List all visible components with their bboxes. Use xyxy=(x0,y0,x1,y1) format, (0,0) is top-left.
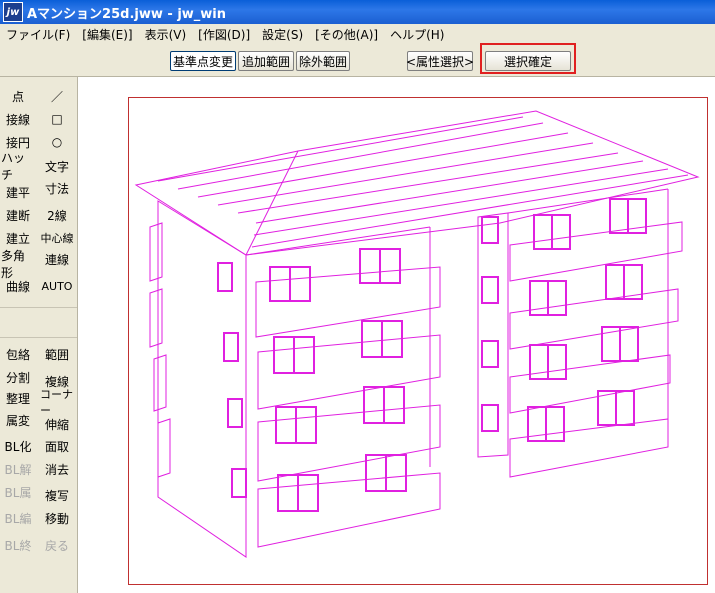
palette-divider xyxy=(0,307,77,308)
tool-erase[interactable]: 消去 xyxy=(40,458,74,480)
tool-dimension[interactable]: 寸法 xyxy=(40,177,74,199)
confirm-button-highlight xyxy=(480,43,576,74)
tool-move[interactable]: 移動 xyxy=(40,507,74,529)
tool-rectangle-icon[interactable]: □ xyxy=(40,108,74,130)
window-title: Aマンション25d.jww - jw_win xyxy=(27,6,227,22)
tool-chamfer[interactable]: 面取 xyxy=(40,435,74,457)
tool-curve[interactable]: 曲線 xyxy=(1,275,35,297)
tool-block-create[interactable]: BL化 xyxy=(1,435,35,457)
tool-text[interactable]: 文字 xyxy=(40,155,74,177)
tool-stretch[interactable]: 伸縮 xyxy=(40,413,74,435)
building-drawing xyxy=(134,110,700,558)
tool-palette: 点 接線 接円 ハッチ 建平 建断 建立 多角形 曲線 ／ □ ○ 文字 寸法 … xyxy=(0,77,78,593)
tool-line-icon[interactable]: ／ xyxy=(40,85,74,107)
tool-block-edit: BL編 xyxy=(4,511,32,526)
tool-centerline[interactable]: 中心線 xyxy=(40,227,74,249)
attribute-select-button[interactable]: <属性選択> xyxy=(406,51,474,71)
tool-undo: 戻る xyxy=(44,538,69,553)
tool-building-elevation[interactable]: 建立 xyxy=(1,227,35,249)
tool-block-end: BL終 xyxy=(4,538,32,553)
tool-point[interactable]: 点 xyxy=(1,85,35,107)
menu-help[interactable]: ヘルプ(H) xyxy=(384,26,450,43)
title-bar: jw Aマンション25d.jww - jw_win xyxy=(0,0,715,24)
tool-double-line[interactable]: 2線 xyxy=(40,204,74,226)
tool-circle-icon[interactable]: ○ xyxy=(40,131,74,153)
tool-continuous-line[interactable]: 連線 xyxy=(40,248,74,270)
menu-settings[interactable]: 設定(S) xyxy=(256,26,309,43)
drawing-canvas[interactable] xyxy=(78,77,715,593)
tool-building-plan[interactable]: 建平 xyxy=(1,181,35,203)
toolbar: 基準点変更 追加範囲 除外範囲 <属性選択> 選択確定 xyxy=(0,44,715,77)
tool-corner[interactable]: コーナー xyxy=(40,388,74,417)
tool-hatch[interactable]: ハッチ xyxy=(1,151,35,182)
tool-polygon[interactable]: 多角形 xyxy=(1,249,35,280)
tool-range[interactable]: 範囲 xyxy=(40,343,74,365)
tool-tangent[interactable]: 接線 xyxy=(1,108,35,130)
menu-view[interactable]: 表示(V) xyxy=(139,26,193,43)
tool-divide[interactable]: 分割 xyxy=(1,366,35,388)
exclude-range-button[interactable]: 除外範囲 xyxy=(296,51,350,71)
menu-file[interactable]: ファイル(F) xyxy=(0,26,76,43)
palette-divider xyxy=(0,337,77,338)
tool-block-attribute: BL属 xyxy=(4,485,32,500)
jw-app-icon: jw xyxy=(3,2,23,22)
menu-other[interactable]: [その他(A)] xyxy=(309,26,384,43)
tool-block-explode: BL解 xyxy=(4,462,32,477)
base-point-change-button[interactable]: 基準点変更 xyxy=(170,51,236,71)
tool-auto[interactable]: AUTO xyxy=(40,275,74,297)
tool-envelope[interactable]: 包絡 xyxy=(1,343,35,365)
tool-copy[interactable]: 複写 xyxy=(40,484,74,506)
tool-organize[interactable]: 整理 xyxy=(1,387,35,409)
add-range-button[interactable]: 追加範囲 xyxy=(238,51,294,71)
menu-edit[interactable]: [編集(E)] xyxy=(76,26,138,43)
menu-draw[interactable]: [作図(D)] xyxy=(192,26,256,43)
menu-bar: ファイル(F) [編集(E)] 表示(V) [作図(D)] 設定(S) [その他… xyxy=(0,24,715,44)
tool-building-section[interactable]: 建断 xyxy=(1,204,35,226)
tool-attribute-change[interactable]: 属変 xyxy=(1,409,35,431)
